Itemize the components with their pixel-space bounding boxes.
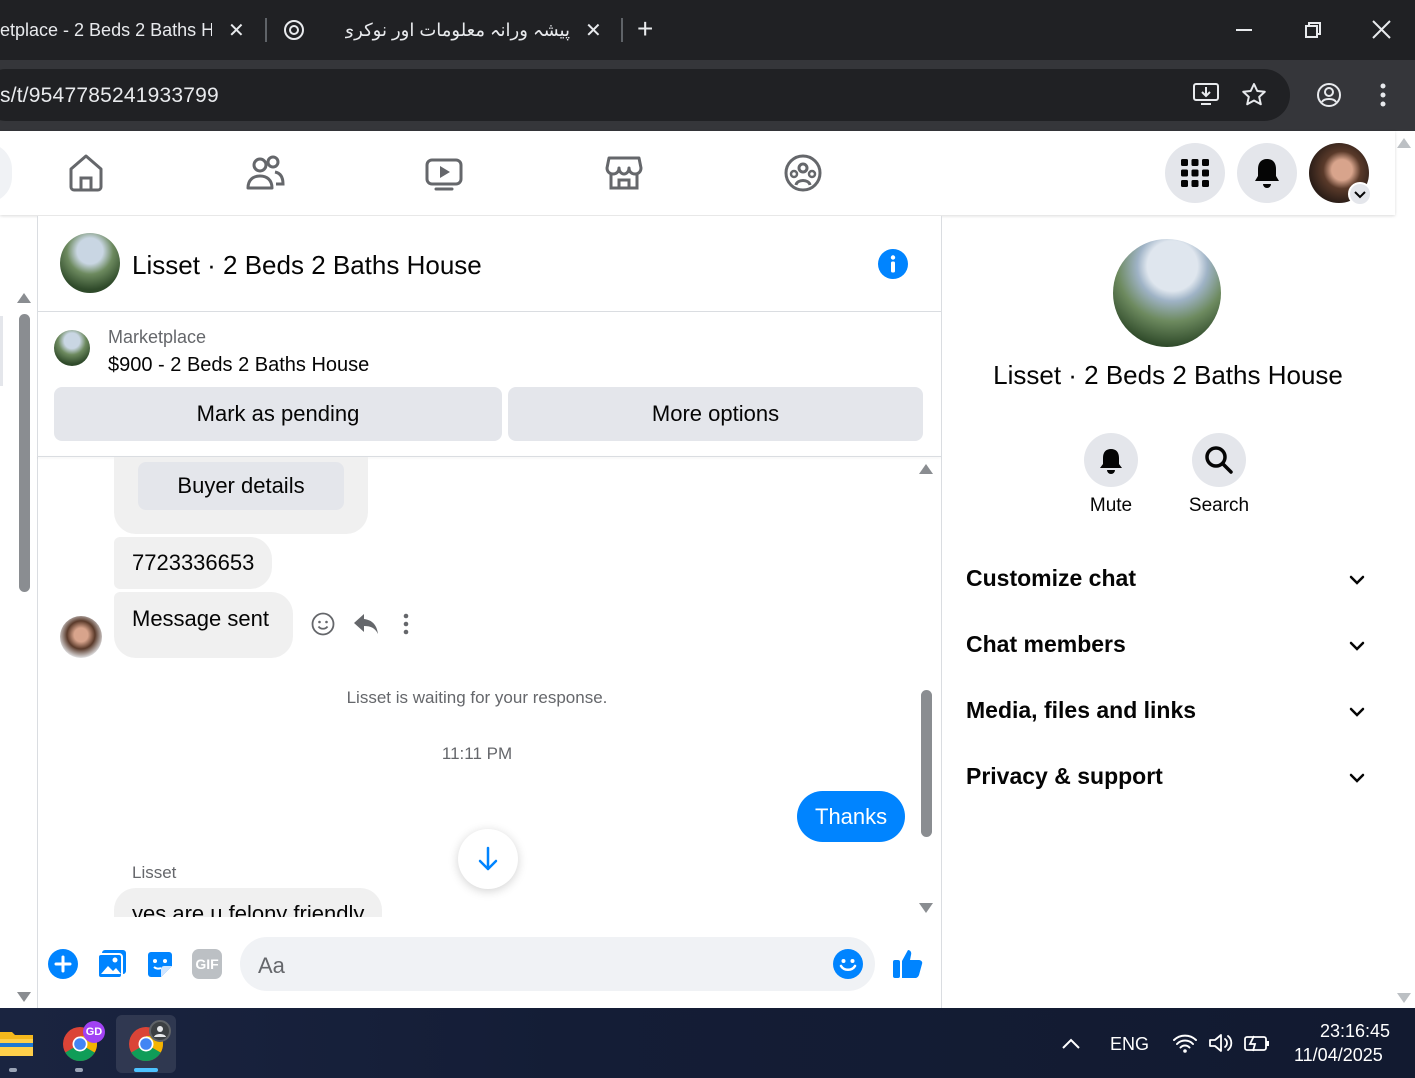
waiting-notice: Lisset is waiting for your response. [346,688,608,707]
clock-date[interactable]: 11/04/2025 [1294,1045,1383,1066]
chatlist-scrollbar-thumb[interactable] [19,314,30,592]
message-sent-bubble[interactable]: Message sent [114,592,293,658]
arrow-down-icon [478,846,498,871]
bell-icon [1100,449,1122,474]
last-message-clip: yes are u felony friendly [114,888,404,917]
language-indicator[interactable]: ENG [1110,1034,1149,1055]
mark-as-pending-button[interactable]: Mark as pending [54,387,502,441]
volume-icon[interactable] [1208,1032,1234,1054]
thumbs-up-icon[interactable] [891,946,925,980]
sender-name-label: Lisset [132,863,177,882]
taskbar-active-indicator [134,1068,158,1072]
tab-marketplace-title[interactable]: etplace - 2 Beds 2 Baths Ho [0,20,212,41]
scroll-to-bottom-button[interactable] [458,829,518,889]
grid-icon [1181,159,1209,187]
chrome-profile-badge: GD [83,1021,105,1043]
chatlist-scroll-up-arrow[interactable] [17,293,31,303]
profile-avatar-large[interactable] [1113,239,1221,347]
groups-icon[interactable] [783,150,823,196]
tab-close-icon[interactable]: ✕ [585,18,602,43]
messages-scrollbar-thumb[interactable] [921,690,932,837]
tab-urdu-title[interactable]: پیشہ ورانہ معلومات اور نوکری [345,20,570,41]
tab-divider [265,18,267,42]
close-window-icon[interactable] [1372,20,1391,39]
last-message-bubble[interactable]: yes are u felony friendly [114,888,383,917]
clock-time[interactable]: 23:16:45 [1320,1021,1390,1042]
bell-icon [1255,159,1279,188]
mute-label: Mute [1089,495,1133,516]
messages-scroll-up-arrow[interactable] [919,464,933,474]
conversation-title[interactable]: Lisset · 2 Beds 2 Baths House [132,250,482,281]
tab-close-icon[interactable]: ✕ [228,18,245,43]
restore-icon[interactable] [1305,22,1321,38]
home-icon[interactable] [66,150,106,196]
marketplace-icon[interactable] [604,150,644,196]
mute-button[interactable] [1084,433,1138,487]
conversation-info-icon[interactable] [878,249,908,279]
chatgpt-favicon-icon [283,19,305,41]
tab-divider [621,18,623,42]
message-input-placeholder: Aa [258,953,285,978]
taskbar-running-indicator [75,1068,83,1072]
watch-video-icon[interactable] [424,150,464,196]
browser-tab-bar: etplace - 2 Beds 2 Baths Ho ✕ پیشہ ورانہ… [0,0,1415,60]
profile-name: Lisset · 2 Beds 2 Baths House [993,360,1343,390]
listing-title[interactable]: $900 - 2 Beds 2 Baths House [108,354,369,377]
chevron-down-icon[interactable] [1346,701,1368,723]
search-icon [1205,446,1233,474]
install-app-icon[interactable] [1193,82,1219,106]
chevron-down-icon[interactable] [1346,569,1368,591]
friends-icon[interactable] [245,150,285,196]
chrome-profile-icon [149,1020,171,1042]
header-divider [37,311,941,312]
chevron-down-icon[interactable] [1346,767,1368,789]
reply-icon[interactable] [353,612,379,636]
phone-message-bubble[interactable]: 7723336653 [114,537,273,589]
notifications-button[interactable] [1237,143,1297,203]
taskbar-running-indicator [9,1068,17,1072]
composer-add-icon[interactable] [48,949,78,979]
gif-icon[interactable]: GIF [192,949,222,979]
file-explorer-icon[interactable] [0,1028,33,1058]
profile-account-icon[interactable] [1316,82,1342,108]
section-customize-chat[interactable]: Customize chat [966,565,1136,592]
browser-menu-icon[interactable] [1380,83,1386,107]
menu-grid-button[interactable] [1165,143,1225,203]
section-privacy-support[interactable]: Privacy & support [966,763,1163,790]
message-timestamp: 11:11 PM [441,744,513,763]
sticker-icon[interactable] [145,949,175,979]
listing-source: Marketplace [108,327,207,347]
account-chevron-icon[interactable] [1348,182,1372,206]
section-chat-members[interactable]: Chat members [966,631,1126,658]
battery-charging-icon[interactable] [1243,1032,1271,1054]
search-label: Search [1188,495,1250,516]
page-scroll-up-arrow[interactable] [1397,138,1411,148]
emoji-picker-icon[interactable] [833,949,863,979]
wifi-icon[interactable] [1172,1032,1198,1054]
conversation-avatar[interactable] [60,233,120,293]
listing-thumbnail[interactable] [54,330,90,366]
new-tab-button[interactable]: + [637,13,653,45]
chatlist-scroll-down-arrow[interactable] [17,992,31,1002]
thanks-message-bubble[interactable]: Thanks [797,791,906,842]
message-input[interactable] [240,937,875,991]
chatlist-edge [0,316,3,386]
more-options-button[interactable]: More options [508,387,923,441]
page-scroll-down-arrow[interactable] [1397,993,1411,1003]
sender-avatar[interactable] [60,616,102,658]
chevron-down-icon[interactable] [1346,635,1368,657]
react-emoji-icon[interactable] [311,612,335,636]
show-hidden-icons-chevron-icon[interactable] [1060,1035,1082,1053]
bookmark-star-icon[interactable] [1241,82,1267,107]
more-actions-icon[interactable] [403,612,409,636]
minimize-icon[interactable] [1236,29,1252,31]
address-url[interactable]: s/t/9547785241933799 [0,84,219,108]
attach-photo-icon[interactable] [97,949,127,979]
windows-taskbar [0,1008,1415,1078]
search-button[interactable] [1192,433,1246,487]
messages-scroll-down-arrow[interactable] [919,903,933,913]
buyer-details-button[interactable]: Buyer details [138,462,344,510]
section-media-files-links[interactable]: Media, files and links [966,697,1196,724]
